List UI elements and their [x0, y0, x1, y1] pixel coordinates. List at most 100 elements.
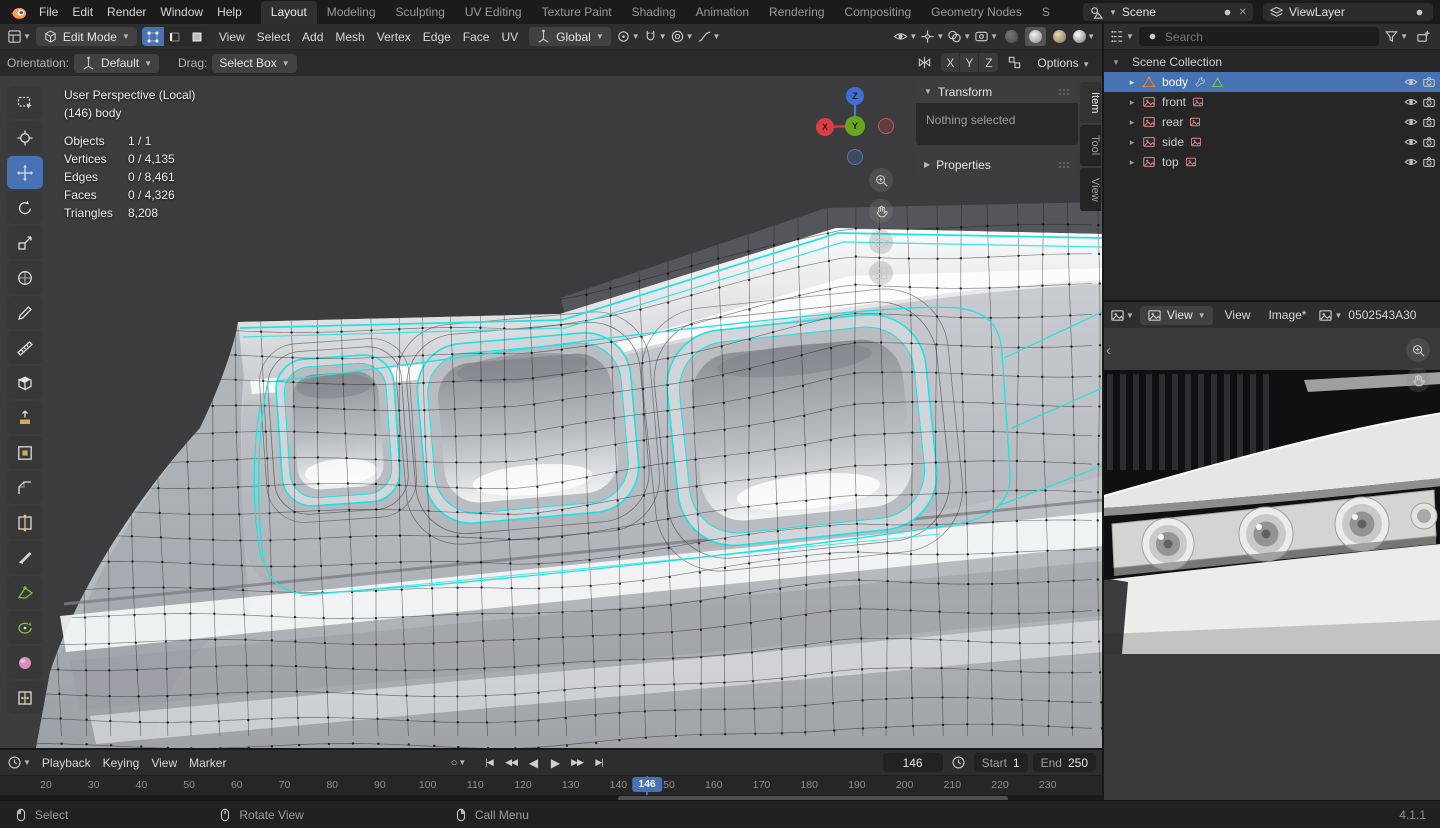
- eye-icon[interactable]: [1404, 95, 1418, 109]
- ruler-tick-160[interactable]: 160: [705, 779, 723, 791]
- tool-transform[interactable]: [7, 261, 43, 294]
- mirror-axis-y[interactable]: Y: [960, 53, 980, 72]
- tool-cursor[interactable]: [7, 121, 43, 154]
- viewport-menu-add[interactable]: Add: [296, 28, 329, 46]
- image-view-menu[interactable]: View: [1219, 306, 1257, 324]
- vertex-select-icon[interactable]: [141, 27, 164, 46]
- eye-icon[interactable]: [1404, 75, 1418, 89]
- outliner-item-scene-collection[interactable]: ▾ Scene Collection: [1104, 52, 1440, 72]
- camera-icon[interactable]: [1422, 95, 1436, 109]
- viewport-menu-edge[interactable]: Edge: [417, 28, 457, 46]
- frame-end-field[interactable]: End 250: [1032, 753, 1096, 772]
- viewport-menu-select[interactable]: Select: [251, 28, 296, 46]
- outliner-item-rear[interactable]: ▸ rear: [1104, 112, 1440, 132]
- ruler-tick-130[interactable]: 130: [562, 779, 580, 791]
- ruler-tick-170[interactable]: 170: [753, 779, 771, 791]
- gizmo-axis-x[interactable]: X: [816, 118, 834, 136]
- tool-annotate[interactable]: [7, 296, 43, 329]
- tool-measure[interactable]: [7, 331, 43, 364]
- tool-bevel[interactable]: [7, 471, 43, 504]
- viewport-menu-uv[interactable]: UV: [495, 28, 524, 46]
- ruler-tick-120[interactable]: 120: [514, 779, 532, 791]
- eye-icon[interactable]: [1404, 115, 1418, 129]
- tab-compositing[interactable]: Compositing: [834, 1, 921, 24]
- ruler-tick-60[interactable]: 60: [231, 779, 243, 791]
- tab-geometry-nodes[interactable]: Geometry Nodes: [921, 1, 1032, 24]
- image-editor-icon[interactable]: ▼: [1110, 306, 1134, 325]
- camera-icon[interactable]: [1422, 115, 1436, 129]
- viewlayer-selector[interactable]: ViewLayer: [1263, 3, 1433, 21]
- mirror-axis-x[interactable]: X: [941, 53, 961, 72]
- shading-solid-icon[interactable]: [1025, 27, 1047, 46]
- tool-rotate[interactable]: [7, 191, 43, 224]
- current-frame-field[interactable]: 146: [882, 753, 943, 772]
- outliner-item-top[interactable]: ▸ top: [1104, 152, 1440, 172]
- tool-move[interactable]: [7, 156, 43, 189]
- new-collection-icon[interactable]: [1413, 27, 1434, 46]
- ruler-tick-80[interactable]: 80: [326, 779, 338, 791]
- overlays-icon[interactable]: ▼: [947, 27, 971, 46]
- grid-ortho-icon[interactable]: [869, 261, 893, 285]
- gizmo-axis-y[interactable]: Y: [845, 116, 865, 136]
- tool-edge-slide[interactable]: [7, 681, 43, 714]
- filter-icon[interactable]: ▼: [1384, 27, 1408, 46]
- menu-file[interactable]: File: [32, 2, 65, 22]
- copy-icon[interactable]: [1412, 5, 1427, 20]
- face-select-icon[interactable]: [186, 27, 208, 46]
- sidebar-tab-tool[interactable]: Tool: [1080, 125, 1101, 166]
- tab-uv-editing[interactable]: UV Editing: [455, 1, 532, 24]
- tab-modeling[interactable]: Modeling: [317, 1, 386, 24]
- gizmo-icon[interactable]: ▼: [920, 27, 944, 46]
- ruler-tick-220[interactable]: 220: [991, 779, 1009, 791]
- pan-hand-icon[interactable]: [1406, 368, 1430, 392]
- eye-icon[interactable]: [1404, 135, 1418, 149]
- image-mode-dropdown[interactable]: View ▼: [1139, 305, 1213, 325]
- mirror-icon[interactable]: [914, 53, 935, 72]
- scene-selector[interactable]: ▼ Scene ✕: [1083, 3, 1253, 21]
- tool-inset-faces[interactable]: [7, 436, 43, 469]
- tool-extrude-region[interactable]: [7, 401, 43, 434]
- tool-spin[interactable]: [7, 611, 43, 644]
- image-datablock-icon[interactable]: ▼: [1318, 306, 1342, 325]
- panel-grip-icon[interactable]: [1058, 88, 1070, 96]
- tool-add-cube[interactable]: [7, 366, 43, 399]
- ruler-tick-190[interactable]: 190: [848, 779, 866, 791]
- gizmo-axis-z[interactable]: Z: [846, 87, 864, 105]
- search-input[interactable]: [1164, 29, 1374, 44]
- timeline-menu-playback[interactable]: Playback: [36, 754, 97, 772]
- camera-icon[interactable]: [1422, 155, 1436, 169]
- viewport-3d[interactable]: User Perspective (Local) (146) body Obje…: [0, 76, 1102, 748]
- snap-magnet-icon[interactable]: ▼: [643, 27, 667, 46]
- outliner-item-body[interactable]: ▸ body: [1104, 72, 1440, 92]
- menu-help[interactable]: Help: [210, 2, 249, 22]
- pivot-point-icon[interactable]: ▼: [616, 27, 640, 46]
- tab-rendering[interactable]: Rendering: [759, 1, 834, 24]
- blender-logo-icon[interactable]: [9, 5, 27, 20]
- disclosure-icon[interactable]: ▸: [1126, 157, 1138, 168]
- zoom-icon[interactable]: [1406, 338, 1430, 362]
- disclosure-icon[interactable]: ▸: [1126, 97, 1138, 108]
- mirror-axis-z[interactable]: Z: [979, 53, 999, 72]
- falloff-curve-icon[interactable]: ▼: [697, 27, 720, 46]
- camera-icon[interactable]: [1422, 75, 1436, 89]
- tool-scale[interactable]: [7, 226, 43, 259]
- panel-grip-icon[interactable]: [1058, 161, 1070, 169]
- outliner-item-front[interactable]: ▸ front: [1104, 92, 1440, 112]
- prev-keyframe-icon[interactable]: ◀◀: [501, 753, 521, 772]
- sidebar-tab-item[interactable]: Item: [1080, 82, 1101, 124]
- disclosure-icon[interactable]: ▸: [1126, 137, 1138, 148]
- outliner-item-side[interactable]: ▸ side: [1104, 132, 1440, 152]
- image-image-menu[interactable]: Image*: [1262, 306, 1312, 324]
- tool-select-box[interactable]: [7, 86, 43, 119]
- x-icon[interactable]: ✕: [1239, 7, 1247, 18]
- menu-edit[interactable]: Edit: [65, 2, 100, 22]
- orientation-setting-dropdown[interactable]: Default ▼: [74, 53, 159, 73]
- editor-3d-viewport-icon[interactable]: ▼: [7, 27, 31, 46]
- playhead[interactable]: 146: [632, 777, 662, 792]
- visibility-icon[interactable]: ▼: [893, 27, 917, 46]
- tab-shading[interactable]: Shading: [622, 1, 686, 24]
- ruler-tick-180[interactable]: 180: [800, 779, 818, 791]
- outliner-editor-icon[interactable]: ▼: [1110, 27, 1134, 46]
- timeline-menu-keying[interactable]: Keying: [97, 754, 146, 772]
- ruler-tick-20[interactable]: 20: [40, 779, 52, 791]
